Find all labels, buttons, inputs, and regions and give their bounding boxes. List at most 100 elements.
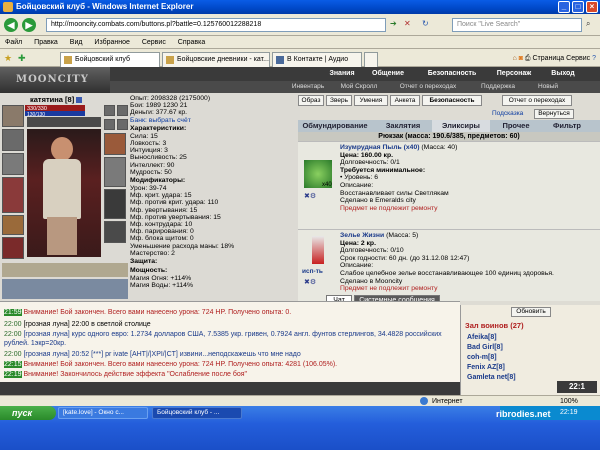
menu-tools[interactable]: Сервис bbox=[137, 36, 171, 49]
nav-knowledge[interactable]: Знания bbox=[324, 69, 360, 79]
item-description-title: Описание: bbox=[340, 262, 374, 270]
page-menu[interactable]: Страница bbox=[532, 55, 564, 62]
earring-slot[interactable] bbox=[104, 105, 115, 116]
forward-icon[interactable]: ▶ bbox=[22, 18, 36, 32]
new-tab-button[interactable] bbox=[364, 52, 378, 67]
helmet-slot[interactable] bbox=[2, 105, 24, 127]
nav-chat[interactable]: Общение bbox=[364, 69, 412, 79]
taskbar-item-active[interactable]: Бойцовский клуб - ... bbox=[152, 407, 242, 419]
hint-link[interactable]: Подсказка bbox=[492, 109, 526, 119]
search-icon[interactable]: ⌕ bbox=[586, 19, 590, 29]
cloak-slot[interactable] bbox=[2, 237, 24, 259]
stat-line: Мф. против увертывания: 15 bbox=[130, 213, 221, 221]
item-weight: (Масса: 40) bbox=[421, 144, 458, 151]
subnav-transfers[interactable]: Отчет о переходах bbox=[388, 82, 468, 92]
refresh-icon[interactable]: ↻ bbox=[422, 19, 429, 28]
back-icon[interactable]: ◀ bbox=[4, 18, 18, 32]
use-button[interactable]: исп-ть bbox=[302, 268, 323, 275]
return-button[interactable]: Вернуться bbox=[534, 109, 574, 119]
tab-equipment[interactable]: Обмундирование bbox=[298, 120, 372, 132]
spell-slots[interactable] bbox=[2, 279, 128, 299]
amulet-slot[interactable] bbox=[2, 129, 24, 151]
skills-button[interactable]: Умения bbox=[354, 95, 388, 106]
shield-slot[interactable] bbox=[104, 157, 126, 187]
taskbar-item[interactable]: [kate.love] - Окно с... bbox=[58, 407, 148, 419]
search-input[interactable]: Поиск "Live Search" bbox=[452, 18, 582, 32]
necklace-slot[interactable] bbox=[117, 105, 128, 116]
info-icon[interactable] bbox=[76, 97, 83, 104]
tab-filter[interactable]: Фильтр bbox=[542, 120, 592, 132]
leggings-slot[interactable] bbox=[104, 189, 126, 219]
power-title[interactable]: Мощность: bbox=[130, 267, 300, 275]
roster-member[interactable]: Fenix AZ[8] bbox=[467, 363, 516, 373]
menu-help[interactable]: Справка bbox=[173, 36, 210, 49]
ring-slot[interactable] bbox=[104, 119, 115, 130]
tab-other[interactable]: Прочее bbox=[494, 120, 538, 132]
maximize-button[interactable]: □ bbox=[572, 1, 584, 13]
modifiers-title[interactable]: Модификаторы: bbox=[130, 177, 300, 185]
roster-list: Afeika[8] Bad Girl[8] coh-m[8] Fenix AZ[… bbox=[467, 333, 516, 383]
minimize-button[interactable]: _ bbox=[558, 1, 570, 13]
nav-exit[interactable]: Выход bbox=[545, 69, 581, 79]
transfer-report-button[interactable]: Отчет о переходах bbox=[502, 95, 572, 106]
roster-member[interactable]: Gamleta net[8] bbox=[467, 373, 516, 383]
gloves-slot[interactable] bbox=[104, 133, 126, 155]
pocket-slots[interactable] bbox=[2, 263, 128, 277]
health-potion-icon[interactable] bbox=[312, 236, 324, 264]
start-button[interactable]: пуск bbox=[0, 406, 56, 420]
item-action-icons[interactable]: ✖⚙ bbox=[304, 278, 332, 286]
subnav-scroll[interactable]: Мой Скролл bbox=[334, 82, 384, 92]
close-button[interactable]: × bbox=[586, 1, 598, 13]
subnav-support[interactable]: Поддержка bbox=[472, 82, 524, 92]
subnav-inventory[interactable]: Инвентарь bbox=[286, 82, 330, 92]
roster-member[interactable]: Afeika[8] bbox=[467, 333, 516, 343]
menu-view[interactable]: Вид bbox=[65, 36, 88, 49]
print-icon[interactable]: ⎙ bbox=[525, 55, 531, 62]
armor-slot[interactable] bbox=[2, 177, 24, 213]
bank-link[interactable]: Банк: выбрать счёт bbox=[130, 117, 300, 124]
tab-diaries[interactable]: Бойцовские дневники - кат... bbox=[162, 52, 270, 67]
nav-security[interactable]: Безопасность bbox=[420, 69, 484, 79]
tools-menu[interactable]: Сервис bbox=[566, 55, 590, 62]
chat-time: 22:00 bbox=[4, 321, 22, 328]
tab-vkontakte[interactable]: В Контакте | Аудио bbox=[272, 52, 362, 67]
menu-edit[interactable]: Правка bbox=[29, 36, 63, 49]
character-figure[interactable] bbox=[27, 129, 101, 257]
image-button[interactable]: Образ bbox=[298, 95, 324, 106]
menu-favorites[interactable]: Избранное bbox=[89, 36, 134, 49]
nav-character[interactable]: Персонаж bbox=[488, 69, 540, 79]
menu-file[interactable]: Файл bbox=[0, 36, 27, 49]
stop-icon[interactable]: ✕ bbox=[404, 19, 411, 28]
profile-button[interactable]: Анкета bbox=[390, 95, 420, 106]
ring-slot[interactable] bbox=[117, 119, 128, 130]
tab-combats[interactable]: Бойцовский клуб bbox=[60, 52, 160, 67]
subnav-new[interactable]: Новый bbox=[528, 82, 568, 92]
security-button[interactable]: Безопасность bbox=[422, 95, 482, 106]
stat-line: Урон: 39-74 bbox=[130, 185, 167, 193]
address-input[interactable]: http://mooncity.combats.com/buttons.pl?b… bbox=[46, 18, 386, 32]
roster-member[interactable]: coh-m[8] bbox=[467, 353, 516, 363]
item-name[interactable]: Изумрудная Пыль (x40) bbox=[340, 144, 419, 151]
characteristics-title[interactable]: Характеристики: bbox=[130, 125, 300, 133]
item-action-icons[interactable]: ✖⚙ bbox=[304, 192, 332, 200]
inventory-item: x40 ✖⚙ Изумрудная Пыль (x40) (Масса: 40)… bbox=[298, 141, 600, 229]
roster-member[interactable]: Bad Girl[8] bbox=[467, 343, 516, 353]
chat-input-bar[interactable] bbox=[0, 382, 460, 396]
refresh-roster-button[interactable]: Обновить bbox=[511, 307, 551, 317]
boots-slot[interactable] bbox=[104, 221, 126, 243]
beast-button[interactable]: Зверь bbox=[326, 95, 352, 106]
tab-spells[interactable]: Заклятия bbox=[378, 120, 428, 132]
belt-slot[interactable] bbox=[2, 215, 24, 235]
home-icon[interactable]: ⌂ bbox=[513, 55, 517, 62]
item-expiry: Срок годности: 60 дн. (до 31.12.08 12:47… bbox=[340, 254, 470, 262]
item-name[interactable]: Зелье Жизни bbox=[340, 232, 384, 239]
tab-elixirs[interactable]: Эликсиры bbox=[432, 120, 490, 132]
protection-title[interactable]: Защита: bbox=[130, 258, 300, 266]
add-favorite-icon[interactable]: ✚ bbox=[18, 53, 26, 64]
go-icon[interactable]: ➔ bbox=[390, 19, 397, 28]
figure-legs bbox=[47, 217, 77, 255]
feeds-icon[interactable]: ◙ bbox=[519, 55, 523, 62]
weapon-slot[interactable] bbox=[2, 153, 24, 175]
help-icon[interactable]: ? bbox=[592, 55, 596, 62]
favorites-star-icon[interactable]: ★ bbox=[4, 53, 12, 64]
